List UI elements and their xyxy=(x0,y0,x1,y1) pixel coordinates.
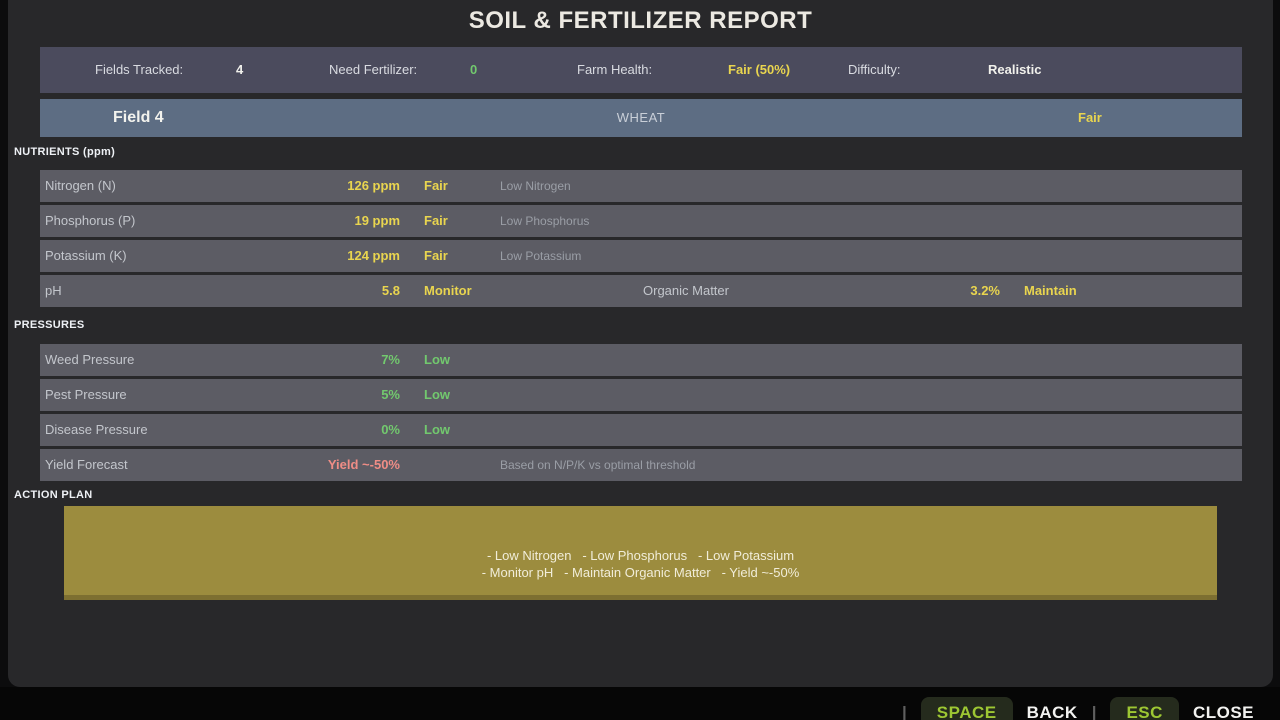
nutrients-section-heading: NUTRIENTS (ppm) xyxy=(14,146,115,158)
action-plan-box: - Low Nitrogen - Low Phosphorus - Low Po… xyxy=(64,506,1217,600)
page-title: SOIL & FERTILIZER REPORT xyxy=(8,7,1273,35)
pressure-row-pest: Pest Pressure 5% Low xyxy=(40,379,1242,411)
separator: | xyxy=(902,703,907,720)
nutrient-row-potassium: Potassium (K) 124 ppm Fair Low Potassium xyxy=(40,240,1242,272)
need-fertilizer-value: 0 xyxy=(470,47,477,93)
nutrient-row-phosphorus: Phosphorus (P) 19 ppm Fair Low Phosphoru… xyxy=(40,205,1242,237)
pressure-status: Low xyxy=(424,344,450,376)
action-plan-heading: ACTION PLAN xyxy=(14,489,92,501)
close-button[interactable]: CLOSE xyxy=(1193,703,1254,720)
yield-forecast-note: Based on N/P/K vs optimal threshold xyxy=(500,449,695,481)
pressure-value: 0% xyxy=(40,414,400,446)
back-button[interactable]: BACK xyxy=(1027,703,1078,720)
farm-health-label: Farm Health: xyxy=(577,47,652,93)
fields-tracked-label: Fields Tracked: xyxy=(95,47,183,93)
field-status-badge: Fair xyxy=(1078,99,1102,137)
separator: | xyxy=(1092,703,1097,720)
space-key-button[interactable]: SPACE xyxy=(921,697,1013,720)
pressure-status: Low xyxy=(424,379,450,411)
nutrient-status: Fair xyxy=(424,170,448,202)
nutrient-status: Fair xyxy=(424,240,448,272)
difficulty-label: Difficulty: xyxy=(848,47,901,93)
field-header-bar: Field 4 WHEAT Fair xyxy=(40,99,1242,137)
nutrient-row-nitrogen: Nitrogen (N) 126 ppm Fair Low Nitrogen xyxy=(40,170,1242,202)
nutrient-row-ph: pH 5.8 Monitor Organic Matter 3.2% Maint… xyxy=(40,275,1242,307)
nutrient-value: 126 ppm xyxy=(40,170,400,202)
report-panel: SOIL & FERTILIZER REPORT Fields Tracked:… xyxy=(8,0,1273,687)
nutrient-note: Low Potassium xyxy=(500,240,581,272)
esc-key-button[interactable]: ESC xyxy=(1110,697,1178,720)
pressures-section-heading: PRESSURES xyxy=(14,319,85,331)
action-plan-line: - Low Nitrogen - Low Phosphorus - Low Po… xyxy=(487,547,794,564)
pressure-row-disease: Disease Pressure 0% Low xyxy=(40,414,1242,446)
pressures-rows: Weed Pressure 7% Low Pest Pressure 5% Lo… xyxy=(40,344,1242,484)
organic-matter-value: 3.2% xyxy=(40,275,1000,307)
footer-bar: | SPACE BACK | ESC CLOSE xyxy=(902,697,1254,720)
pressure-value: 7% xyxy=(40,344,400,376)
nutrient-note: Low Nitrogen xyxy=(500,170,571,202)
yield-forecast-value: Yield ~-50% xyxy=(40,449,400,481)
soil-fertilizer-report-screen: SOIL & FERTILIZER REPORT Fields Tracked:… xyxy=(0,0,1280,720)
difficulty-value: Realistic xyxy=(988,47,1041,93)
nutrient-note: Low Phosphorus xyxy=(500,205,589,237)
pressure-status: Low xyxy=(424,414,450,446)
organic-matter-status: Maintain xyxy=(1024,275,1077,307)
action-plan-line: - Monitor pH - Maintain Organic Matter -… xyxy=(482,564,800,581)
yield-forecast-row: Yield Forecast Yield ~-50% Based on N/P/… xyxy=(40,449,1242,481)
farm-stats-bar: Fields Tracked: 4 Need Fertilizer: 0 Far… xyxy=(40,47,1242,93)
need-fertilizer-label: Need Fertilizer: xyxy=(329,47,417,93)
nutrient-value: 19 ppm xyxy=(40,205,400,237)
nutrients-rows: Nitrogen (N) 126 ppm Fair Low Nitrogen P… xyxy=(40,170,1242,310)
nutrient-value: 124 ppm xyxy=(40,240,400,272)
nutrient-status: Fair xyxy=(424,205,448,237)
fields-tracked-value: 4 xyxy=(236,47,243,93)
pressure-row-weed: Weed Pressure 7% Low xyxy=(40,344,1242,376)
field-crop: WHEAT xyxy=(40,99,1242,137)
footer-key-hints: | SPACE BACK | ESC CLOSE xyxy=(0,687,1280,720)
farm-health-value: Fair (50%) xyxy=(728,47,790,93)
pressure-value: 5% xyxy=(40,379,400,411)
